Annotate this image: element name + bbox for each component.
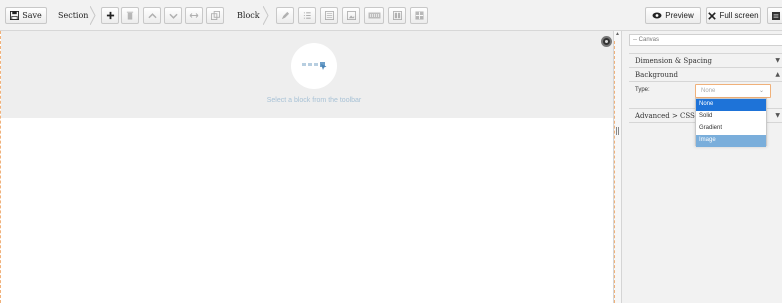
columns-block-button[interactable] — [388, 7, 406, 24]
fullscreen-icon — [708, 11, 717, 20]
canvas-select[interactable]: -- Canvas — [629, 34, 782, 46]
placeholder-circle — [291, 43, 337, 89]
move-down-icon — [168, 13, 178, 19]
duplicate-icon — [210, 11, 220, 20]
background-label: Background — [635, 71, 679, 79]
dimension-spacing-header[interactable]: Dimension & Spacing ▼ — [629, 53, 782, 68]
text-block-icon — [324, 11, 334, 20]
option-image[interactable]: Image — [696, 135, 766, 147]
html-icon — [368, 12, 380, 19]
list-icon — [303, 12, 311, 19]
editor-canvas[interactable]: Select a block from the toolbar — [0, 31, 616, 303]
dimension-spacing-label: Dimension & Spacing — [635, 57, 712, 65]
type-dropdown-menu: None Solid Gradient Image — [695, 98, 767, 147]
edit-icon — [281, 11, 289, 20]
placeholder-text: Select a block from the toolbar — [266, 97, 362, 104]
image-block-button[interactable] — [342, 7, 360, 24]
add-section-button[interactable] — [101, 7, 119, 24]
chevron-down-icon: ▼ — [775, 57, 780, 64]
option-gradient[interactable]: Gradient — [696, 123, 766, 135]
background-type-select[interactable]: None ⌄ — [695, 84, 771, 98]
delete-section-button[interactable] — [121, 7, 139, 24]
move-down-button[interactable] — [164, 7, 182, 24]
option-none[interactable]: None — [696, 99, 766, 111]
menu-icon — [772, 11, 780, 20]
fullscreen-button[interactable]: Full screen — [706, 7, 761, 24]
save-button[interactable]: Save — [5, 7, 47, 24]
add-icon — [106, 11, 114, 20]
properties-panel: -- Canvas Dimension & Spacing ▼ Backgrou… — [622, 31, 782, 303]
chevron-down-icon: ⌄ — [758, 88, 764, 94]
preview-dropdown-button[interactable]: ▾ — [683, 7, 697, 24]
breadcrumb-separator-icon — [263, 6, 269, 25]
chevron-down-icon: ▼ — [775, 112, 780, 119]
save-icon — [10, 11, 20, 20]
menu-button[interactable] — [767, 7, 782, 24]
eye-icon — [652, 12, 662, 19]
fullscreen-label: Full screen — [719, 11, 759, 20]
breadcrumb-separator-icon — [90, 6, 96, 25]
resize-horizontal-icon — [189, 13, 199, 18]
grid-block-button[interactable] — [410, 7, 428, 24]
type-label: Type: — [635, 87, 650, 93]
list-block-button[interactable] — [298, 7, 316, 24]
move-up-button[interactable] — [143, 7, 161, 24]
duplicate-section-button[interactable] — [206, 7, 224, 24]
chevron-down-icon: ▾ — [688, 11, 692, 20]
move-up-icon — [147, 12, 157, 18]
section-label: Section — [58, 11, 89, 20]
select-block-icon — [302, 62, 327, 70]
advanced-css-label: Advanced > CSS — [635, 112, 695, 120]
text-block-button[interactable] — [320, 7, 338, 24]
chevron-up-icon: ▲ — [775, 71, 780, 78]
image-icon — [346, 11, 356, 20]
type-select-value: None — [701, 88, 716, 94]
panel-resize-handle[interactable]: ▲ — [613, 31, 622, 303]
columns-icon — [392, 11, 402, 20]
resize-section-button[interactable] — [185, 7, 203, 24]
background-header[interactable]: Background ▲ — [629, 67, 782, 82]
save-label: Save — [22, 11, 42, 20]
edit-block-button[interactable] — [276, 7, 294, 24]
html-block-button[interactable] — [364, 7, 384, 24]
settings-gear-icon[interactable] — [601, 36, 612, 47]
toolbar: Save Section Block Preview ▾ Full screen — [0, 0, 782, 31]
delete-icon — [126, 11, 134, 20]
divider — [614, 41, 615, 303]
option-solid[interactable]: Solid — [696, 111, 766, 123]
grid-icon — [414, 11, 424, 20]
grip-icon — [616, 127, 619, 135]
empty-section[interactable]: Select a block from the toolbar — [1, 31, 615, 118]
block-label: Block — [237, 11, 260, 20]
scroll-up-icon: ▲ — [615, 31, 620, 37]
